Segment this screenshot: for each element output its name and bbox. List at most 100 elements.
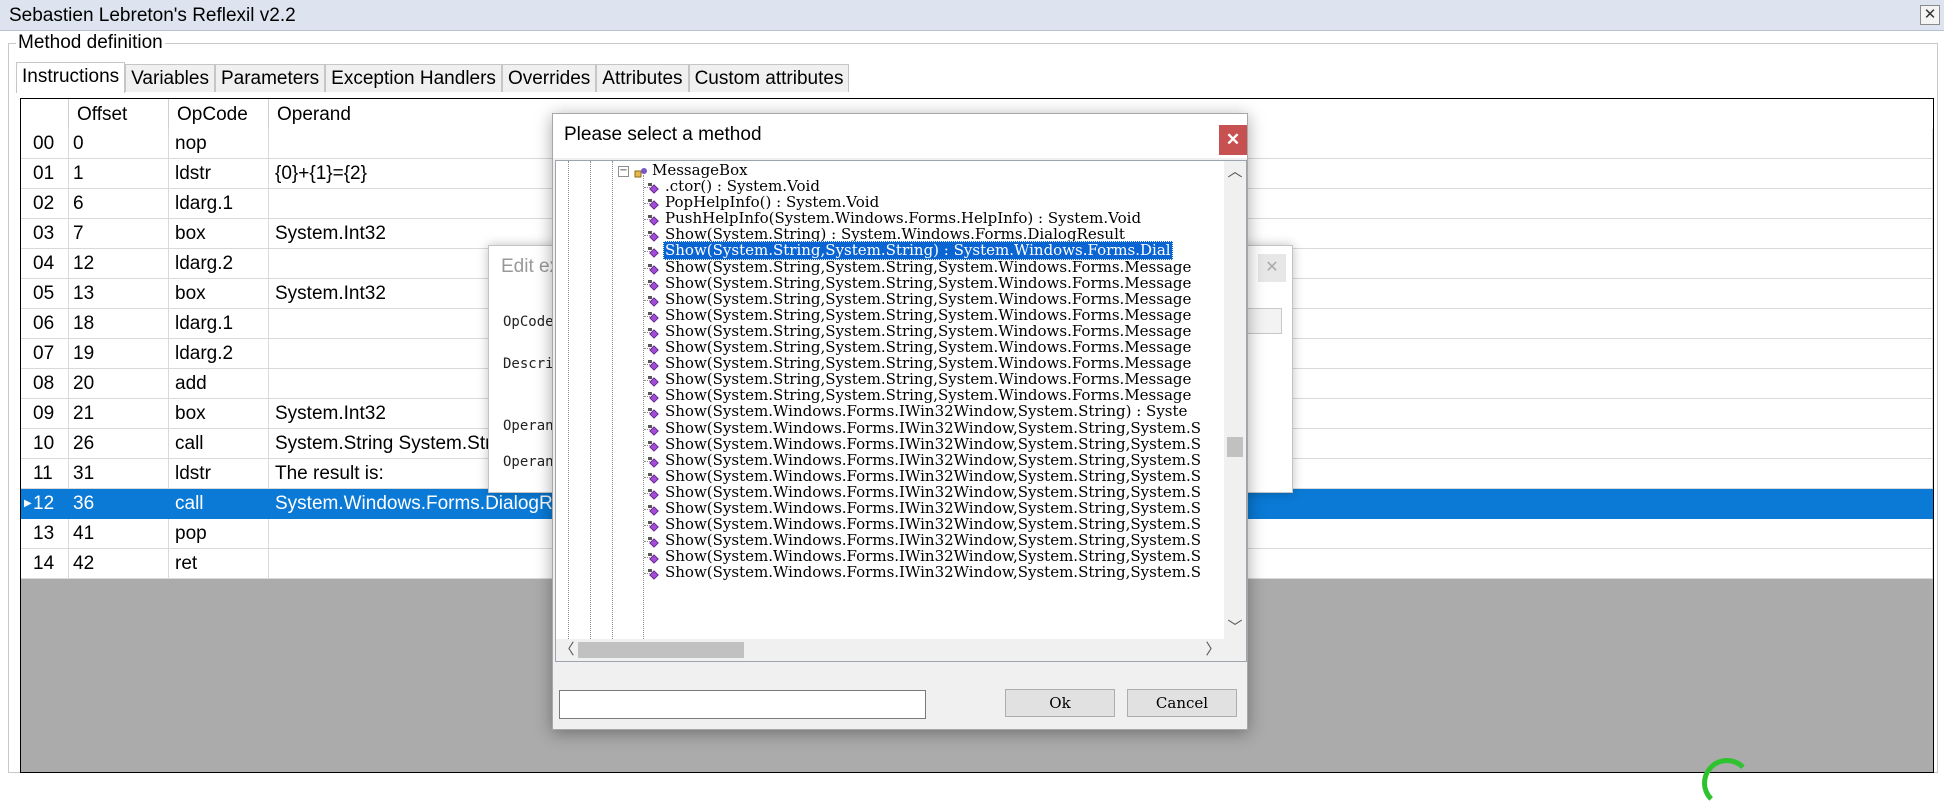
offset-cell: 36 [69,489,169,519]
tree-guide-line [612,161,613,639]
tree-viewport: − MessageBox .ctor() : System.Void PopHel… [556,161,1224,639]
offset-cell: 42 [69,549,169,579]
opcode-cell: box [169,399,269,429]
row-index: 05 [21,279,69,309]
tree-guide-line [643,175,644,639]
row-index: 00 [21,129,69,159]
row-index: 14 [21,549,69,579]
offset-cell: 7 [69,219,169,249]
method-icon [648,262,662,275]
method-definition-label: Method definition [16,32,165,54]
opcode-cell: ldstr [169,159,269,189]
method-icon [648,245,662,259]
tab-variables[interactable]: Variables [125,64,215,92]
opcode-cell: ldstr [169,459,269,489]
tab-overrides[interactable]: Overrides [501,64,597,92]
window-close-button[interactable]: ✕ [1920,5,1940,25]
current-row-arrow-icon: ▶ [24,498,32,509]
header-index [21,99,69,129]
row-index: 04 [21,249,69,279]
operand-label: Operan [503,454,554,470]
opcode-cell: ldarg.1 [169,189,269,219]
operand-type-label: Operan [503,418,554,434]
offset-cell: 1 [69,159,169,189]
row-index: 03 [21,219,69,249]
method-icon [648,310,662,323]
opcode-label: OpCode [503,314,554,330]
method-icon [648,439,662,452]
method-icon [648,390,662,404]
offset-cell: 19 [69,339,169,369]
offset-cell: 0 [69,129,169,159]
edit-dialog-title: Edit ex [501,256,560,277]
row-index: 01 [21,159,69,189]
scroll-left-button[interactable]: 〈 [556,639,578,661]
method-icon [648,326,662,339]
ok-button[interactable]: Ok [1005,689,1115,717]
offset-cell: 21 [69,399,169,429]
edit-dialog-close-button[interactable]: ✕ [1258,254,1286,282]
row-index: 11 [21,459,69,489]
offset-cell: 31 [69,459,169,489]
tree-vertical-scrollbar[interactable]: ︿ ﹀ [1224,161,1246,639]
offset-cell: 20 [69,369,169,399]
header-opcode[interactable]: OpCode [169,99,269,129]
opcode-cell: box [169,279,269,309]
tree-horizontal-scrollbar[interactable]: 〈 〉 [556,639,1246,661]
opcode-cell: ldarg.2 [169,339,269,369]
cancel-button[interactable]: Cancel [1127,689,1237,717]
horizontal-scroll-thumb[interactable] [578,642,744,658]
row-index: 07 [21,339,69,369]
opcode-cell: call [169,429,269,459]
method-icon [648,294,662,307]
method-icon [648,535,662,548]
vertical-scroll-thumb[interactable] [1227,437,1243,457]
row-index: 08 [21,369,69,399]
method-tree[interactable]: − MessageBox .ctor() : System.Void PopHel… [555,160,1247,662]
opcode-cell: pop [169,519,269,549]
method-icon [648,551,662,565]
method-icon [648,181,662,194]
header-offset[interactable]: Offset [69,99,169,129]
offset-cell: 12 [69,249,169,279]
method-icon [648,423,662,436]
description-label: Descri [503,356,554,372]
method-icon [648,567,662,581]
method-icon [648,358,662,371]
scroll-down-button[interactable]: ﹀ [1224,617,1246,639]
method-icon [648,503,662,516]
tab-instructions[interactable]: Instructions [16,62,126,93]
method-filter-input[interactable] [559,690,926,719]
method-icon [648,471,662,484]
opcode-cell: box [169,219,269,249]
opcode-cell: nop [169,129,269,159]
row-index: 13 [21,519,69,549]
tab-parameters[interactable]: Parameters [214,64,326,92]
row-index: 10 [21,429,69,459]
opcode-cell: ldarg.2 [169,249,269,279]
tree-guide-line [590,161,591,639]
method-icon [648,487,662,500]
select-dialog-title: Please select a method [564,124,762,145]
offset-cell: 18 [69,309,169,339]
select-dialog-close-button[interactable]: ✕ [1219,125,1247,155]
overlay-arc-decoration [1702,758,1752,808]
offset-cell: 13 [69,279,169,309]
tab-exception-handlers[interactable]: Exception Handlers [325,64,502,92]
opcode-combobox[interactable] [1244,308,1282,334]
offset-cell: 26 [69,429,169,459]
method-node-label: Show(System.Windows.Forms.IWin32Window,S… [665,563,1201,582]
tab-attributes[interactable]: Attributes [596,64,689,92]
scroll-up-button[interactable]: ︿ [1224,161,1246,183]
scroll-right-button[interactable]: 〉 [1202,639,1224,661]
collapse-toggle-icon[interactable]: − [618,166,629,177]
method-icon [648,342,662,355]
method-icon [648,519,662,532]
offset-cell: 6 [69,189,169,219]
row-index: 09 [21,399,69,429]
offset-cell: 41 [69,519,169,549]
method-icon [648,213,662,226]
opcode-cell: call [169,489,269,519]
tree-guide-line [568,161,569,639]
tab-custom-attributes[interactable]: Custom attributes [688,64,850,92]
